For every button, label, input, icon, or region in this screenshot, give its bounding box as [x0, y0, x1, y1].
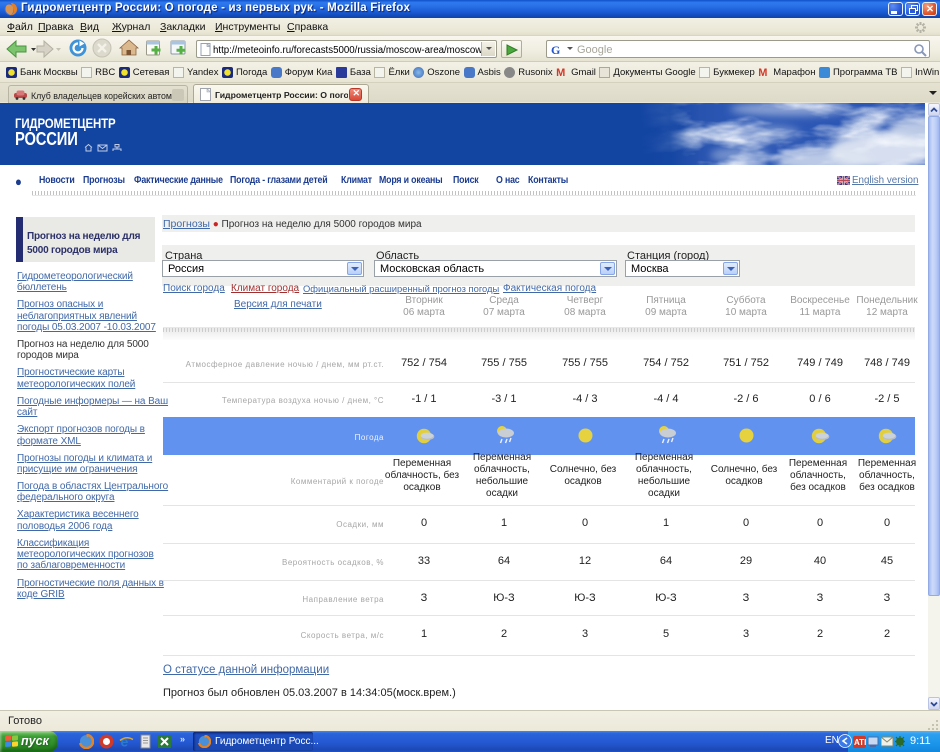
- svg-text:e: e: [121, 734, 129, 749]
- svg-text:G: G: [551, 43, 560, 56]
- svg-text:ATI: ATI: [854, 738, 866, 747]
